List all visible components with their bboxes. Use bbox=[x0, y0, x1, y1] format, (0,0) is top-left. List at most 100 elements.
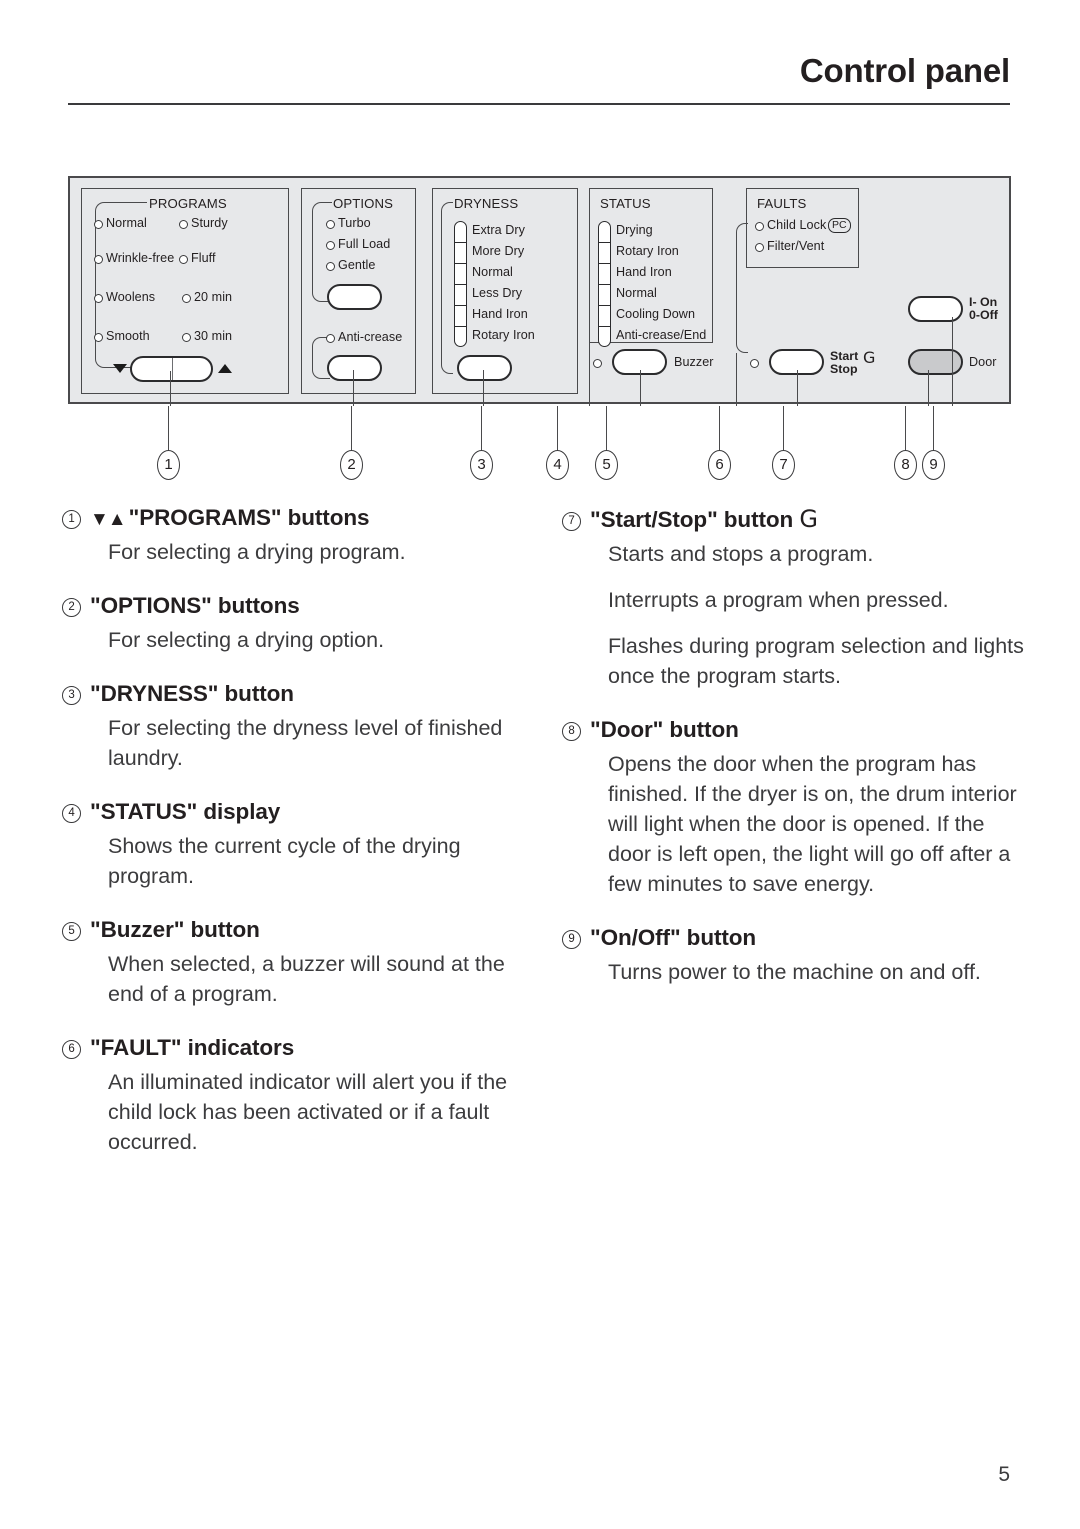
programs-label-sturdy: Sturdy bbox=[191, 216, 228, 230]
entry-number-9: 9 bbox=[562, 930, 581, 949]
callout-3: 3 bbox=[470, 450, 493, 480]
leader-stub-on-off bbox=[952, 317, 954, 406]
door-button[interactable] bbox=[908, 349, 963, 375]
options-label-gentle: Gentle bbox=[338, 258, 376, 272]
options-button[interactable] bbox=[327, 284, 382, 310]
programs-button-divider bbox=[171, 358, 173, 380]
description-paragraph-7-3: Flashes during program selection and lig… bbox=[608, 634, 1024, 688]
description-heading-9: 9 "On/Off" button bbox=[562, 925, 1032, 952]
dryness-label-normal: Normal bbox=[472, 265, 513, 279]
on-off-button[interactable] bbox=[908, 296, 963, 322]
entry-title-6: "FAULT" indicators bbox=[90, 1035, 295, 1060]
status-seg-drying bbox=[599, 222, 610, 243]
callout-8: 8 bbox=[894, 450, 917, 480]
descriptions-right-column: 7 "Start/Stop" button G Starts and stops… bbox=[562, 505, 1032, 995]
description-heading-5: 5 "Buzzer" button bbox=[62, 917, 532, 944]
entry-number-8: 8 bbox=[562, 722, 581, 741]
faults-group: FAULTS Child Lock PC Filter/Vent bbox=[746, 188, 859, 268]
programs-label-woolens: Woolens bbox=[106, 290, 156, 304]
leader-line-3 bbox=[481, 406, 483, 451]
status-label-rotary-iron: Rotary Iron bbox=[616, 244, 679, 258]
description-body-2: For selecting a drying option. bbox=[108, 625, 532, 655]
control-panel-illustration: PROGRAMS Normal Sturdy Wrinkle-free Fluf… bbox=[68, 176, 1011, 480]
description-entry-2: 2 "OPTIONS" buttons For selecting a dryi… bbox=[62, 593, 532, 655]
dryness-seg-more-dry bbox=[455, 243, 466, 264]
programs-arrows-icon: ▼▲ bbox=[90, 509, 127, 530]
dryness-button[interactable] bbox=[457, 355, 512, 381]
programs-label-wrinkle-free: Wrinkle-free bbox=[106, 251, 175, 265]
dryness-label-hand-iron: Hand Iron bbox=[472, 307, 528, 321]
status-label-drying: Drying bbox=[616, 223, 653, 237]
dryness-label-less-dry: Less Dry bbox=[472, 286, 523, 300]
leader-stub-door bbox=[928, 370, 930, 406]
leader-stub-programs bbox=[170, 371, 172, 406]
programs-led-fluff bbox=[179, 255, 188, 264]
buzzer-led bbox=[593, 359, 602, 368]
programs-led-20min bbox=[182, 294, 191, 303]
description-body-3: For selecting the dryness level of finis… bbox=[108, 713, 532, 773]
description-body-1: For selecting a drying program. bbox=[108, 537, 532, 567]
entry-number-3: 3 bbox=[62, 686, 81, 705]
options-group-title: OPTIONS bbox=[330, 196, 397, 211]
programs-led-wrinkle-free bbox=[94, 255, 103, 264]
description-body-8: Opens the door when the program has fini… bbox=[608, 749, 1032, 899]
programs-group: PROGRAMS Normal Sturdy Wrinkle-free Fluf… bbox=[81, 188, 289, 394]
callout-5: 5 bbox=[595, 450, 618, 480]
description-heading-8: 8 "Door" button bbox=[562, 717, 1032, 744]
description-entry-9: 9 "On/Off" button Turns power to the mac… bbox=[562, 925, 1032, 987]
buzzer-label: Buzzer bbox=[674, 355, 714, 369]
programs-down-arrow-icon[interactable] bbox=[113, 364, 127, 373]
description-entry-4: 4 "STATUS" display Shows the current cyc… bbox=[62, 799, 532, 891]
programs-label-20min: 20 min bbox=[194, 290, 233, 304]
callout-1: 1 bbox=[157, 450, 180, 480]
description-entry-8: 8 "Door" button Opens the door when the … bbox=[562, 717, 1032, 899]
anti-crease-button[interactable] bbox=[327, 355, 382, 381]
description-body-7: Starts and stops a program. Interrupts a… bbox=[608, 539, 1032, 691]
leader-line-2 bbox=[351, 406, 353, 451]
status-group: STATUS Drying Rotary Iron Hand Iron Norm… bbox=[589, 188, 713, 347]
programs-rocker-button[interactable] bbox=[130, 356, 213, 382]
description-heading-2: 2 "OPTIONS" buttons bbox=[62, 593, 532, 620]
programs-label-30min: 30 min bbox=[194, 329, 233, 343]
options-group: OPTIONS Turbo Full Load Gentle Anti-crea… bbox=[301, 188, 416, 394]
programs-group-title: PROGRAMS bbox=[146, 196, 230, 211]
entry-number-6: 6 bbox=[62, 1040, 81, 1059]
description-body-6: An illuminated indicator will alert you … bbox=[108, 1067, 532, 1157]
description-paragraph-4-1: Shows the current cycle of the drying pr… bbox=[108, 834, 461, 888]
page-root: Control panel PROGRAMS Normal Sturdy Wri… bbox=[0, 0, 1080, 1529]
status-seg-cooling-down bbox=[599, 306, 610, 327]
leader-line-7 bbox=[783, 406, 785, 451]
programs-led-sturdy bbox=[179, 220, 188, 229]
dryness-seg-less-dry bbox=[455, 285, 466, 306]
start-stop-label-line2: Stop bbox=[830, 362, 858, 376]
anti-crease-label: Anti-crease bbox=[338, 330, 403, 344]
programs-led-smooth bbox=[94, 333, 103, 342]
entry-title-text-1: "PROGRAMS" buttons bbox=[128, 505, 370, 530]
options-label-turbo: Turbo bbox=[338, 216, 371, 230]
entry-title-8: "Door" button bbox=[590, 717, 739, 742]
description-body-9: Turns power to the machine on and off. bbox=[608, 957, 1032, 987]
status-label-anti-crease-end: Anti-crease/End bbox=[616, 328, 707, 342]
leader-stub-status bbox=[589, 343, 591, 406]
description-paragraph-2-1: For selecting a drying option. bbox=[108, 628, 385, 652]
leader-line-5 bbox=[606, 406, 608, 451]
description-entry-3: 3 "DRYNESS" button For selecting the dry… bbox=[62, 681, 532, 773]
status-seg-hand-iron bbox=[599, 264, 610, 285]
callout-4: 4 bbox=[546, 450, 569, 480]
page-title: Control panel bbox=[799, 52, 1010, 89]
entry-number-2: 2 bbox=[62, 598, 81, 617]
dryness-label-more-dry: More Dry bbox=[472, 244, 525, 258]
callout-6: 6 bbox=[708, 450, 731, 480]
programs-led-30min bbox=[182, 333, 191, 342]
entry-title-4: "STATUS" display bbox=[90, 799, 281, 824]
description-paragraph-8-1: Opens the door when the program has fini… bbox=[608, 752, 1017, 896]
description-paragraph-7-1: Starts and stops a program. bbox=[608, 542, 874, 566]
header-divider bbox=[68, 103, 1010, 105]
entry-title-5: "Buzzer" button bbox=[90, 917, 260, 942]
descriptions-left-column: 1 ▼▲ "PROGRAMS" buttons For selecting a d… bbox=[62, 505, 532, 1165]
options-led-gentle bbox=[326, 262, 335, 271]
description-heading-3: 3 "DRYNESS" button bbox=[62, 681, 532, 708]
dryness-label-extra-dry: Extra Dry bbox=[472, 223, 525, 237]
entry-title-text-7: "Start/Stop" button bbox=[590, 507, 794, 532]
programs-up-arrow-icon[interactable] bbox=[218, 364, 232, 373]
